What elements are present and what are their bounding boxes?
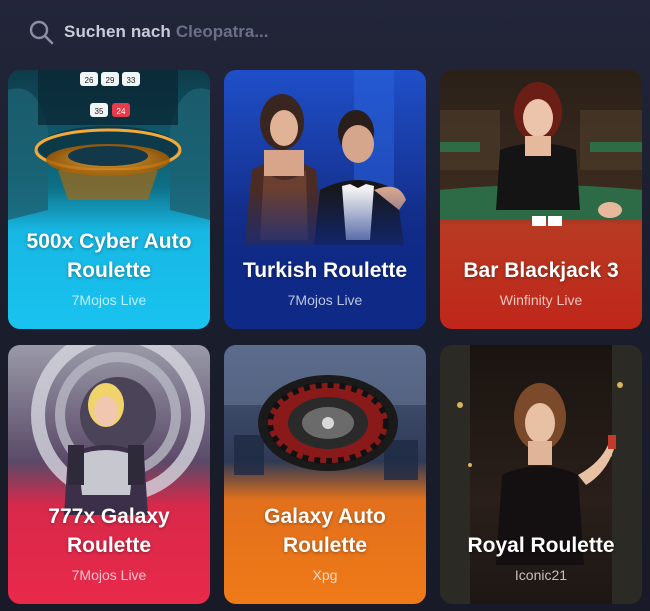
roulette-number: 33: [127, 76, 136, 85]
search-icon: [29, 20, 54, 45]
game-title: 500x Cyber Auto Roulette: [26, 230, 192, 282]
game-thumbnail: [440, 70, 642, 329]
game-card-bar-blackjack-3[interactable]: Bar Blackjack 3 Winfinity Live: [440, 70, 642, 329]
game-provider: 7Mojos Live: [287, 292, 363, 308]
game-provider: Xpg: [312, 567, 338, 583]
game-card-turkish-roulette[interactable]: Turkish Roulette 7Mojos Live: [224, 70, 426, 329]
game-card-777x-galaxy-roulette[interactable]: 777x Galaxy Roulette 7Mojos Live: [8, 345, 210, 604]
roulette-number: 24: [117, 107, 126, 116]
game-thumbnail: [440, 345, 642, 604]
game-card-royal-roulette[interactable]: Royal Roulette Iconic21: [440, 345, 642, 604]
game-title: Royal Roulette: [467, 534, 615, 557]
game-title: Galaxy Auto Roulette: [264, 505, 386, 557]
search-bar[interactable]: Suchen nach Cleopatra...: [14, 10, 634, 54]
game-card-galaxy-auto-roulette[interactable]: Galaxy Auto Roulette Xpg: [224, 345, 426, 604]
page: Suchen nach Cleopatra... 26 29 33 35 24 …: [0, 0, 650, 611]
game-title: Turkish Roulette: [242, 259, 408, 282]
search-input-placeholder[interactable]: Cleopatra...: [176, 22, 269, 42]
game-provider: Iconic21: [514, 567, 568, 583]
game-provider: Winfinity Live: [499, 292, 583, 308]
game-thumbnail: [224, 345, 426, 604]
roulette-number: 26: [85, 76, 94, 85]
game-thumbnail: [8, 345, 210, 604]
game-title: Bar Blackjack 3: [463, 259, 619, 282]
game-provider: 7Mojos Live: [71, 292, 147, 308]
game-provider: 7Mojos Live: [71, 567, 147, 583]
roulette-number: 29: [106, 76, 115, 85]
search-input-prefix[interactable]: Suchen nach: [64, 22, 171, 42]
game-title: 777x Galaxy Roulette: [48, 505, 170, 557]
game-thumbnail: 26 29 33 35 24: [8, 70, 210, 329]
game-card-500x-cyber-auto-roulette[interactable]: 26 29 33 35 24 500x Cyber Auto Roulette …: [8, 70, 210, 329]
roulette-number: 35: [95, 107, 104, 116]
